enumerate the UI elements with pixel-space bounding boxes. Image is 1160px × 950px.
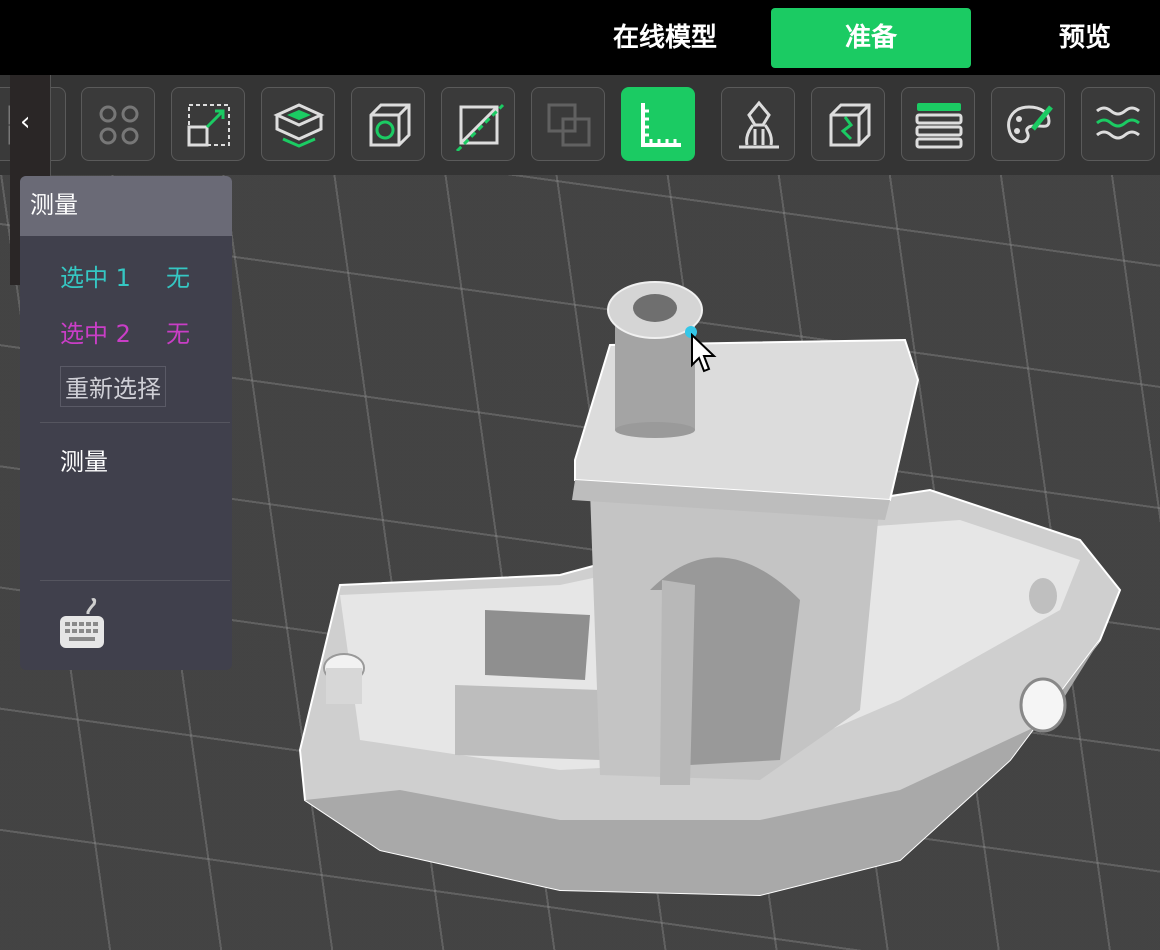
reselect-button[interactable]: 重新选择 xyxy=(60,366,166,407)
split-button[interactable] xyxy=(811,87,885,161)
lay-flat-icon xyxy=(273,103,325,148)
selection-2-label: 选中 2 xyxy=(60,320,131,348)
cut-button[interactable] xyxy=(441,87,515,161)
selection-1-value: 无 xyxy=(166,264,190,292)
selection-2-value: 无 xyxy=(166,320,190,348)
measure-button[interactable] xyxy=(621,87,695,161)
measure-ruler-icon xyxy=(641,103,681,147)
measure-panel: 测量 选中 1 无 选中 2 无 重新选择 测量 xyxy=(20,176,232,670)
boolean-button[interactable] xyxy=(531,87,605,161)
boolean-icon xyxy=(547,103,591,147)
divider xyxy=(40,580,230,581)
scale-button[interactable] xyxy=(171,87,245,161)
paint-icon xyxy=(1007,105,1053,144)
selection-1-label: 选中 1 xyxy=(60,264,131,292)
fuzzy-skin-icon xyxy=(1096,106,1140,140)
measure-action-button[interactable]: 测量 xyxy=(60,442,108,477)
divider xyxy=(40,422,230,423)
selection-2-row: 选中 2 无 xyxy=(60,314,190,349)
hollow-button[interactable] xyxy=(351,87,425,161)
tab-prepare[interactable]: 准备 xyxy=(771,8,971,68)
fuzzy-skin-button[interactable] xyxy=(1081,87,1155,161)
distribute-gear-icon xyxy=(99,105,139,145)
top-nav-bar: 在线模型 准备 预览 xyxy=(0,0,1160,75)
layer-button[interactable] xyxy=(901,87,975,161)
tool-bar xyxy=(0,75,1160,175)
cut-icon xyxy=(455,103,505,151)
scale-icon xyxy=(187,104,230,147)
split-icon xyxy=(829,103,871,147)
hollow-cube-icon xyxy=(369,103,411,147)
support-button[interactable] xyxy=(721,87,795,161)
mouse-cursor-icon xyxy=(691,333,717,373)
paint-button[interactable] xyxy=(991,87,1065,161)
distribute-button[interactable] xyxy=(81,87,155,161)
keyboard-icon[interactable] xyxy=(58,596,108,652)
chevron-left-icon: ‹ xyxy=(20,107,31,137)
selection-1-row: 选中 1 无 xyxy=(60,258,190,293)
layer-icon xyxy=(915,103,963,149)
tab-online-models[interactable]: 在线模型 xyxy=(590,8,740,68)
support-icon xyxy=(739,100,779,149)
panel-title: 测量 xyxy=(20,176,232,236)
tab-preview[interactable]: 预览 xyxy=(1030,8,1140,68)
lay-flat-button[interactable] xyxy=(261,87,335,161)
